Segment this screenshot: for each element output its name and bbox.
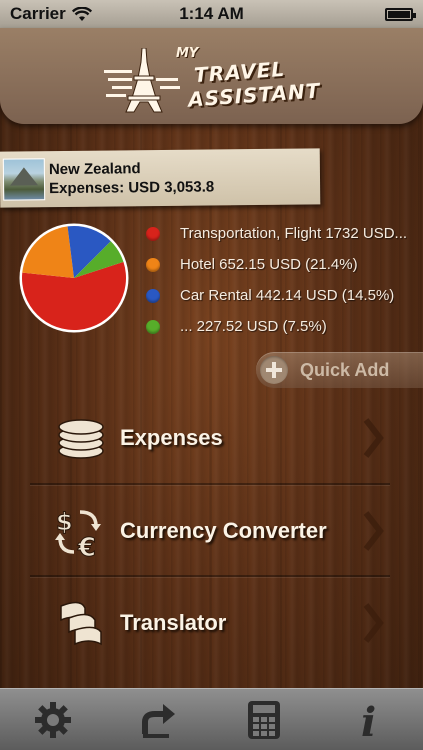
carrier-label: Carrier	[10, 4, 66, 23]
trip-card[interactable]: New Zealand Expenses: USD 3,053.8	[0, 148, 321, 208]
legend-dot-orange	[146, 257, 160, 272]
battery-icon	[385, 7, 416, 21]
plus-icon	[260, 356, 288, 384]
tab-bar: i	[0, 688, 423, 750]
svg-text:€: €	[77, 533, 96, 558]
pie-slice-1[interactable]	[22, 226, 75, 278]
eiffel-tower-icon	[104, 48, 180, 113]
app-header: MY TRAVEL ASSISTANT	[0, 28, 423, 124]
svg-text:i: i	[361, 699, 376, 742]
expense-legend: Transportation, Flight 1732 USD... Hotel…	[146, 218, 421, 342]
menu-label-translator: Translator	[120, 610, 227, 635]
trip-info: New Zealand Expenses: USD 3,053.8	[49, 158, 214, 198]
chevron-right-icon	[363, 511, 384, 551]
legend-dot-blue	[146, 288, 160, 303]
info-icon[interactable]: i	[346, 696, 394, 744]
menu-label-currency-converter: Currency Converter	[120, 518, 327, 543]
quick-add-label: Quick Add	[300, 359, 390, 380]
legend-item-car-rental: Car Rental 442.14 USD (14.5%)	[146, 280, 421, 311]
menu-item-translator[interactable]: Translator	[30, 577, 390, 669]
trip-photo	[2, 158, 46, 201]
status-bar: Carrier 1:14 AM	[0, 0, 423, 28]
quick-add-button[interactable]: Quick Add	[256, 352, 423, 388]
carrier-group: Carrier	[10, 4, 92, 24]
menu-item-expenses[interactable]: Expenses	[30, 392, 390, 484]
gear-icon[interactable]	[29, 696, 77, 744]
legend-item-other: ... 227.52 USD (7.5%)	[146, 311, 421, 342]
legend-label: ... 227.52 USD (7.5%)	[180, 318, 327, 335]
expense-pie-chart[interactable]	[18, 222, 130, 334]
legend-label: Transportation, Flight 1732 USD...	[180, 225, 408, 242]
chevron-right-icon	[363, 603, 384, 643]
legend-item-transportation: Transportation, Flight 1732 USD...	[146, 218, 421, 249]
svg-text:$: $	[56, 508, 73, 536]
menu-label-expenses: Expenses	[120, 425, 223, 450]
trip-expenses: Expenses: USD 3,053.8	[49, 178, 215, 198]
legend-dot-red	[146, 226, 160, 241]
app-logo: MY TRAVEL ASSISTANT	[104, 46, 354, 116]
coins-icon	[52, 411, 110, 465]
legend-item-hotel: Hotel 652.15 USD (21.4%)	[146, 249, 421, 280]
chevron-right-icon	[363, 418, 384, 458]
menu-item-currency-converter[interactable]: $ € Currency Converter	[30, 485, 390, 577]
trip-name: New Zealand	[48, 160, 141, 179]
legend-label: Hotel 652.15 USD (21.4%)	[180, 256, 358, 273]
legend-dot-green	[146, 319, 160, 334]
legend-label: Car Rental 442.14 USD (14.5%)	[180, 287, 395, 304]
calculator-icon[interactable]	[240, 696, 288, 744]
currency-exchange-icon: $ €	[52, 504, 110, 558]
logo-my: MY	[176, 46, 199, 61]
translator-icon	[52, 596, 110, 650]
share-arrow-icon[interactable]	[135, 696, 183, 744]
wifi-icon	[71, 6, 92, 21]
